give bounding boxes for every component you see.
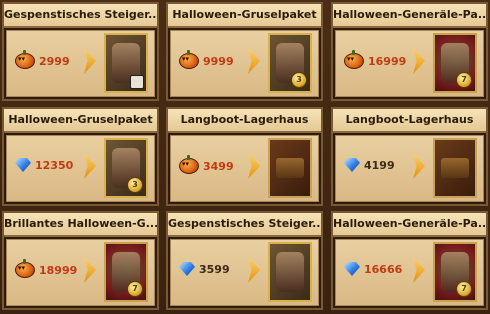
offer-title: Gespenstisches Steiger... bbox=[4, 4, 157, 28]
offer-title: Halloween-Generäle-Pa... bbox=[333, 213, 486, 237]
offer-cost: 12350 bbox=[15, 158, 73, 172]
offers-grid: Gespenstisches Steiger... 2999 Halloween-G… bbox=[0, 0, 490, 314]
arrow-right-icon bbox=[84, 153, 96, 179]
offer-body: 16999 7 bbox=[335, 30, 484, 97]
offer-body: 3599 bbox=[170, 239, 319, 306]
arrow-right-icon bbox=[413, 48, 425, 74]
offer-cost: 9999 bbox=[179, 50, 234, 69]
offer-thumbnail[interactable]: 7 bbox=[433, 33, 477, 93]
offer-cost: 18999 bbox=[15, 259, 78, 278]
pumpkin-icon bbox=[15, 259, 35, 278]
gem-icon bbox=[15, 158, 31, 172]
offer-card[interactable]: Halloween-Generäle-Pa... 16666 7 bbox=[331, 211, 488, 310]
offer-thumbnail[interactable]: 7 bbox=[104, 242, 148, 302]
offer-thumbnail[interactable] bbox=[268, 138, 312, 198]
offer-cost: 16666 bbox=[344, 262, 402, 276]
offer-title: Halloween-Gruselpaket bbox=[168, 4, 321, 28]
offer-thumbnail[interactable]: 3 bbox=[104, 138, 148, 198]
offer-body: 12350 3 bbox=[6, 135, 155, 202]
offer-thumbnail[interactable] bbox=[433, 138, 477, 198]
pumpkin-icon bbox=[15, 50, 35, 69]
arrow-right-icon bbox=[84, 257, 96, 283]
pumpkin-icon bbox=[179, 50, 199, 69]
price-value: 16666 bbox=[364, 262, 403, 276]
offer-cost: 16999 bbox=[344, 50, 407, 69]
offer-title: Brillantes Halloween-G... bbox=[4, 213, 157, 237]
price-value: 16999 bbox=[368, 54, 407, 68]
offer-title: Langboot-Lagerhaus bbox=[333, 109, 486, 133]
price-value: 2999 bbox=[39, 54, 70, 68]
offer-body: 2999 bbox=[6, 30, 155, 97]
offer-card[interactable]: Langboot-Lagerhaus 3499 bbox=[166, 107, 323, 206]
price-value: 18999 bbox=[39, 263, 78, 277]
offer-body: 16666 7 bbox=[335, 239, 484, 306]
offer-title: Halloween-Generäle-Pa... bbox=[333, 4, 486, 28]
arrow-right-icon bbox=[248, 48, 260, 74]
gem-icon bbox=[179, 262, 195, 276]
price-value: 3499 bbox=[203, 159, 234, 173]
arrow-right-icon bbox=[84, 48, 96, 74]
pumpkin-icon bbox=[344, 50, 364, 69]
offer-body: 9999 3 bbox=[170, 30, 319, 97]
price-value: 9999 bbox=[203, 54, 234, 68]
arrow-right-icon bbox=[248, 153, 260, 179]
price-value: 12350 bbox=[35, 158, 74, 172]
offer-card[interactable]: Halloween-Gruselpaket 9999 3 bbox=[166, 2, 323, 101]
offer-body: 4199 bbox=[335, 135, 484, 202]
offer-thumbnail[interactable]: 7 bbox=[433, 242, 477, 302]
offer-cost: 2999 bbox=[15, 50, 70, 69]
offer-title: Langboot-Lagerhaus bbox=[168, 109, 321, 133]
price-value: 4199 bbox=[364, 158, 395, 172]
quantity-badge: 7 bbox=[456, 72, 472, 88]
offer-image bbox=[276, 158, 304, 178]
quantity-badge: 3 bbox=[291, 72, 307, 88]
offer-image bbox=[276, 252, 304, 292]
quantity-badge: 7 bbox=[456, 281, 472, 297]
gem-icon bbox=[344, 158, 360, 172]
offer-cost: 4199 bbox=[344, 158, 395, 172]
offer-card[interactable]: Langboot-Lagerhaus 4199 bbox=[331, 107, 488, 206]
offer-body: 18999 7 bbox=[6, 239, 155, 306]
offer-card[interactable]: Gespenstisches Steiger... 3599 bbox=[166, 211, 323, 310]
offer-thumbnail[interactable]: 3 bbox=[268, 33, 312, 93]
price-value: 3599 bbox=[199, 262, 230, 276]
offer-cost: 3499 bbox=[179, 155, 234, 174]
offer-thumbnail[interactable] bbox=[104, 33, 148, 93]
offer-card[interactable]: Brillantes Halloween-G... 18999 7 bbox=[2, 211, 159, 310]
offer-thumbnail[interactable] bbox=[268, 242, 312, 302]
arrow-right-icon bbox=[248, 257, 260, 283]
lock-icon bbox=[130, 75, 144, 89]
offer-card[interactable]: Halloween-Gruselpaket 12350 3 bbox=[2, 107, 159, 206]
quantity-badge: 7 bbox=[127, 281, 143, 297]
offer-card[interactable]: Gespenstisches Steiger... 2999 bbox=[2, 2, 159, 101]
offer-card[interactable]: Halloween-Generäle-Pa... 16999 7 bbox=[331, 2, 488, 101]
gem-icon bbox=[344, 262, 360, 276]
offer-cost: 3599 bbox=[179, 262, 230, 276]
quantity-badge: 3 bbox=[127, 177, 143, 193]
offer-title: Gespenstisches Steiger... bbox=[168, 213, 321, 237]
arrow-right-icon bbox=[413, 153, 425, 179]
arrow-right-icon bbox=[413, 257, 425, 283]
offer-title: Halloween-Gruselpaket bbox=[4, 109, 157, 133]
pumpkin-icon bbox=[179, 155, 199, 174]
offer-body: 3499 bbox=[170, 135, 319, 202]
offer-image bbox=[441, 158, 469, 178]
